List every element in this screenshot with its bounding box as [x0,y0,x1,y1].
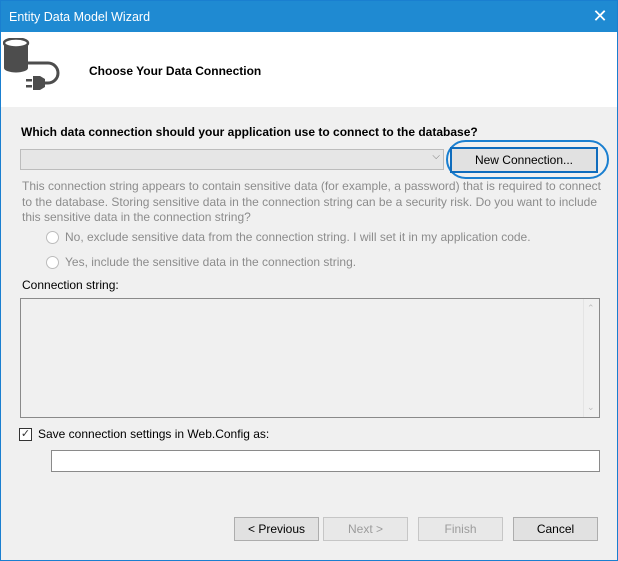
sensitive-data-message: This connection string appears to contai… [22,179,601,224]
radio-circle[interactable] [46,255,59,269]
radio-include-sensitive[interactable]: Yes, include the sensitive data in the c… [46,255,356,269]
scroll-up-icon[interactable]: ⌃ [587,303,595,314]
save-settings-row[interactable]: ✓ Save connection settings in Web.Config… [19,427,269,441]
web-config-name-input[interactable] [51,450,600,472]
radio-label: No, exclude sensitive data from the conn… [65,230,531,244]
radio-circle[interactable] [46,230,59,244]
window-title: Entity Data Model Wizard [9,10,151,24]
data-connection-dropdown[interactable]: ⌵ [20,149,444,170]
save-settings-label: Save connection settings in Web.Config a… [38,427,270,441]
chevron-down-icon[interactable]: ⌵ [432,151,440,162]
wizard-header: Choose Your Data Connection [1,32,617,107]
next-button[interactable]: Next > [323,517,408,541]
connection-string-textarea[interactable]: ⌃ ⌄ [20,298,600,418]
scroll-down-icon[interactable]: ⌄ [587,402,595,413]
connection-question: Which data connection should your applic… [21,125,478,139]
title-bar: Entity Data Model Wizard ✕ [1,1,617,32]
radio-label: Yes, include the sensitive data in the c… [65,255,357,269]
vertical-scrollbar[interactable]: ⌃ ⌄ [583,299,599,417]
connection-string-label: Connection string: [22,278,119,292]
previous-button[interactable]: < Previous [234,517,319,541]
wizard-window: Entity Data Model Wizard ✕ Choose Your D… [0,0,618,561]
save-settings-checkbox[interactable]: ✓ [19,427,32,441]
finish-button[interactable]: Finish [418,517,503,541]
cancel-button[interactable]: Cancel [513,517,598,541]
database-plug-icon [3,38,60,90]
close-icon[interactable]: ✕ [591,6,609,26]
new-connection-button[interactable]: New Connection... [450,147,598,173]
page-title: Choose Your Data Connection [89,64,262,78]
radio-exclude-sensitive[interactable]: No, exclude sensitive data from the conn… [46,230,531,244]
